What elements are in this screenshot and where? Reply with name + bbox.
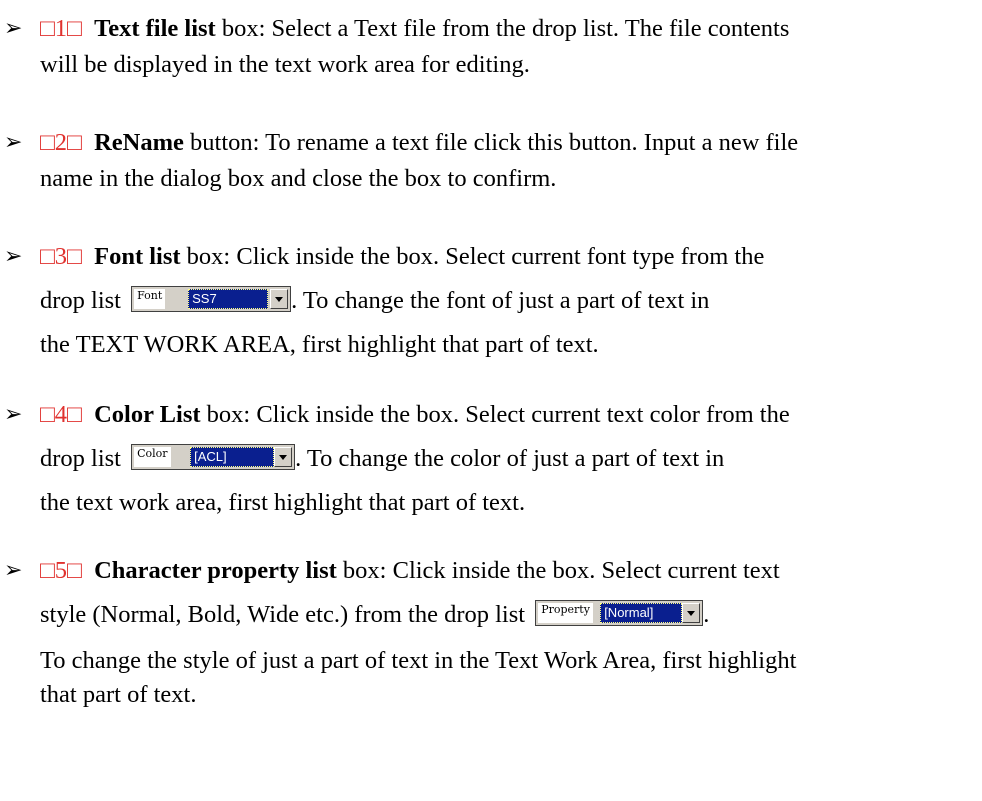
- item-title: Text file list: [94, 15, 216, 42]
- item-text: box: Click inside the box. Select curren…: [180, 243, 765, 270]
- property-dropdown[interactable]: Property [Normal]: [535, 600, 704, 626]
- item-line-1: □4□ Color List box: Click inside the box…: [40, 400, 790, 430]
- item-text: .: [703, 601, 710, 628]
- dropdown-value: [Normal]: [600, 603, 683, 623]
- color-dropdown[interactable]: Color [ACL]: [131, 444, 296, 470]
- item-number: □5□: [40, 557, 82, 584]
- item-number: □3□: [40, 243, 82, 270]
- item-title: Color List: [94, 401, 201, 428]
- item-line-1: □3□ Font list box: Click inside the box.…: [40, 242, 764, 272]
- item-text: box: Select a Text file from the drop li…: [215, 15, 790, 42]
- item-text: button: To rename a text file click this…: [183, 129, 799, 156]
- chevron-down-icon[interactable]: [682, 603, 701, 623]
- arrow-bullet-icon: ➢: [4, 402, 23, 427]
- item-line-1: □5□ Character property list box: Click i…: [40, 556, 780, 586]
- item-text: drop list: [40, 445, 121, 472]
- item-line-2: style (Normal, Bold, Wide etc.) from the…: [40, 600, 709, 630]
- chevron-down-icon[interactable]: [270, 289, 289, 309]
- item-text: . To change the font of just a part of t…: [291, 287, 710, 314]
- item-text: style (Normal, Bold, Wide etc.) from the…: [40, 601, 526, 628]
- item-line-2: will be displayed in the text work area …: [40, 51, 530, 78]
- font-dropdown[interactable]: Font SS7: [131, 286, 292, 312]
- item-text: drop list: [40, 287, 121, 314]
- arrow-bullet-icon: ➢: [4, 558, 23, 583]
- item-line-3: the TEXT WORK AREA, first highlight that…: [40, 331, 599, 358]
- item-title: ReName: [94, 129, 184, 156]
- item-title: Font list: [94, 243, 181, 270]
- item-line-1: □2□ ReName button: To rename a text file…: [40, 128, 798, 158]
- item-line-3: To change the style of just a part of te…: [40, 647, 797, 674]
- dropdown-value: SS7: [188, 289, 269, 309]
- item-number: □2□: [40, 129, 82, 156]
- dropdown-label: Font: [134, 289, 166, 309]
- item-number: □4□: [40, 401, 82, 428]
- arrow-bullet-icon: ➢: [4, 16, 23, 41]
- item-line-2: drop list Color [ACL] . To change the co…: [40, 444, 724, 474]
- item-line-2: name in the dialog box and close the box…: [40, 165, 557, 192]
- item-text: box: Click inside the box. Select curren…: [200, 401, 790, 428]
- item-line-4: that part of text.: [40, 681, 197, 708]
- dropdown-label: Property: [538, 603, 593, 623]
- item-text: . To change the color of just a part of …: [295, 445, 725, 472]
- arrow-bullet-icon: ➢: [4, 244, 23, 269]
- chevron-down-icon[interactable]: [274, 447, 293, 467]
- dropdown-value: [ACL]: [190, 447, 275, 467]
- arrow-bullet-icon: ➢: [4, 130, 23, 155]
- item-line-2: drop list Font SS7 . To change the font …: [40, 286, 709, 316]
- item-number: □1□: [40, 15, 82, 42]
- item-line-1: □1□ Text file list box: Select a Text fi…: [40, 14, 789, 44]
- dropdown-label: Color: [134, 447, 171, 467]
- item-text: box: Click inside the box. Select curren…: [336, 557, 780, 584]
- item-line-3: the text work area, first highlight that…: [40, 489, 526, 516]
- item-title: Character property list: [94, 557, 337, 584]
